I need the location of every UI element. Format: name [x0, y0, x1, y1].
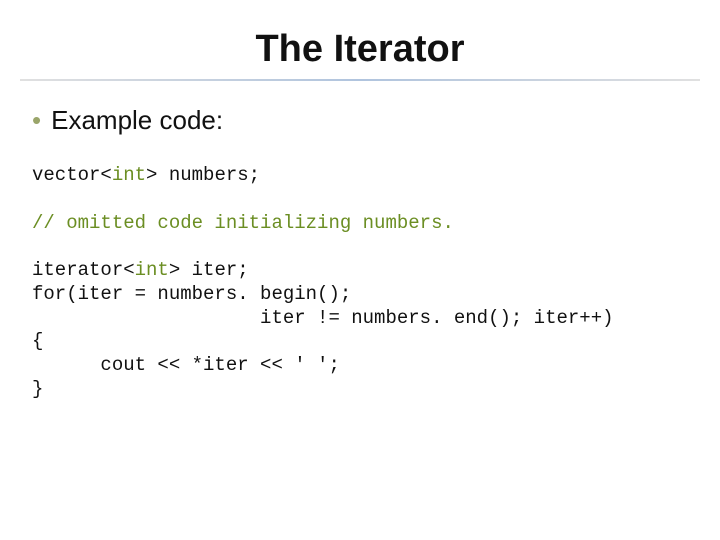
bullet-icon: • [32, 107, 41, 133]
code-line-7: cout << *iter << ' '; [32, 354, 340, 376]
slide-title: The Iterator [0, 0, 720, 79]
code-line-1a: vector< [32, 164, 112, 186]
bullet-item: • Example code: [0, 105, 720, 136]
bullet-text: Example code: [51, 105, 223, 136]
code-block: vector<int> numbers; // omitted code ini… [0, 164, 720, 402]
code-comment: // omitted code initializing numbers. [32, 212, 454, 234]
title-underline [20, 79, 700, 81]
code-line-3c: > iter; [169, 259, 249, 281]
code-line-4: for(iter = numbers. begin(); [32, 283, 351, 305]
code-line-5: iter != numbers. end(); iter++) [32, 307, 614, 329]
code-line-6: { [32, 330, 43, 352]
code-line-3a: iterator< [32, 259, 135, 281]
code-keyword-int-1: int [112, 164, 146, 186]
code-keyword-int-2: int [135, 259, 169, 281]
code-line-8: } [32, 378, 43, 400]
code-line-1c: > numbers; [146, 164, 260, 186]
